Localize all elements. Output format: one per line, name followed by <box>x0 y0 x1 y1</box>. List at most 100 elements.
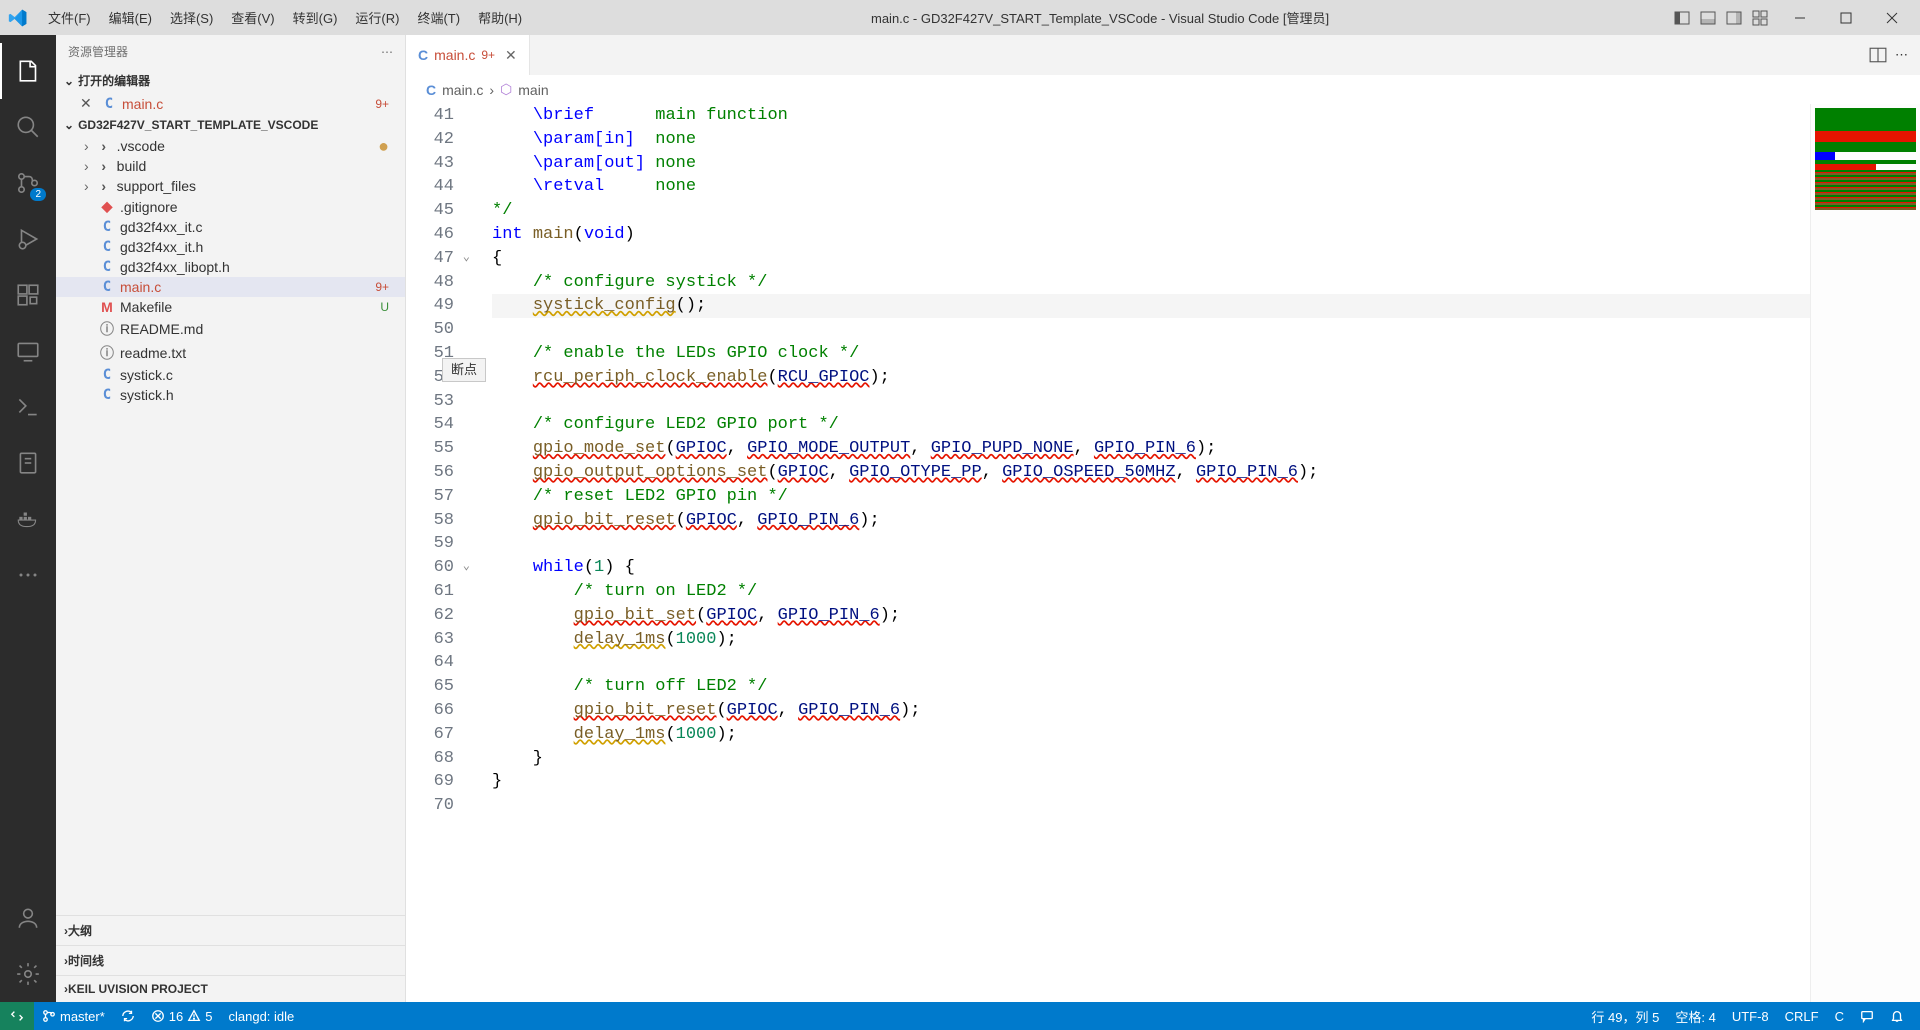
folder-item[interactable]: ››.vscode● <box>56 136 405 156</box>
menu-file[interactable]: 文件(F) <box>40 4 99 31</box>
open-editors-header[interactable]: ⌄ 打开的编辑器 <box>56 68 405 93</box>
toggle-panel-icon[interactable] <box>1696 6 1720 30</box>
split-editor-icon[interactable] <box>1869 46 1887 64</box>
vscode-logo-icon <box>8 8 28 28</box>
activity-explorer-icon[interactable] <box>0 43 56 99</box>
menu-selection[interactable]: 选择(S) <box>162 4 221 31</box>
editor-tabs: C main.c 9+ ✕ ⋯ <box>406 35 1920 75</box>
activitybar: 2 <box>0 35 56 1002</box>
more-actions-icon[interactable]: ⋯ <box>1895 47 1908 63</box>
close-button[interactable] <box>1872 3 1912 33</box>
chevron-down-icon: ⌄ <box>64 118 74 132</box>
menu-terminal[interactable]: 终端(T) <box>409 4 468 31</box>
breadcrumb-symbol[interactable]: main <box>518 82 548 98</box>
lsp-status[interactable]: clangd: idle <box>221 1002 303 1030</box>
scm-badge: 2 <box>30 188 46 201</box>
menu-run[interactable]: 运行(R) <box>347 4 407 31</box>
file-item[interactable]: Cgd32f4xx_libopt.h <box>56 257 405 277</box>
code-editor[interactable]: 41424344454647⌄4849505152535455565758596… <box>406 104 1920 1002</box>
file-badge: 9+ <box>375 280 389 294</box>
file-name: main.c <box>122 96 375 112</box>
activity-docker-icon[interactable] <box>0 491 56 547</box>
c-icon: C <box>98 219 116 235</box>
activity-search-icon[interactable] <box>0 99 56 155</box>
window-title: main.c - GD32F427V_START_Template_VSCode… <box>530 8 1670 27</box>
tab-main-c[interactable]: C main.c 9+ ✕ <box>406 35 530 75</box>
breadcrumb[interactable]: C main.c › ⬡ main <box>406 75 1920 104</box>
toggle-secondary-sidebar-icon[interactable] <box>1722 6 1746 30</box>
c-icon: C <box>98 387 116 403</box>
sync-button[interactable] <box>113 1002 143 1030</box>
chevron-right-icon: › <box>489 82 494 98</box>
activity-settings-icon[interactable] <box>0 946 56 1002</box>
activity-account-icon[interactable] <box>0 890 56 946</box>
problems-indicator[interactable]: 16 5 <box>143 1002 221 1030</box>
chevron-down-icon: ⌄ <box>64 74 74 88</box>
language-mode[interactable]: C <box>1827 1002 1852 1030</box>
git-branch[interactable]: master* <box>34 1002 113 1030</box>
encoding[interactable]: UTF-8 <box>1724 1002 1777 1030</box>
file-item[interactable]: ⓘreadme.txt <box>56 341 405 365</box>
file-name: readme.txt <box>120 345 397 361</box>
c-file-icon: C <box>100 96 118 112</box>
file-name: .vscode <box>117 138 378 154</box>
timeline-header[interactable]: › 时间线 <box>56 945 405 975</box>
c-icon: C <box>98 279 116 295</box>
file-item[interactable]: Cgd32f4xx_it.c <box>56 217 405 237</box>
file-item[interactable]: MMakefileU <box>56 297 405 317</box>
cursor-position[interactable]: 行 49，列 5 <box>1583 1002 1667 1030</box>
notifications-icon[interactable] <box>1882 1002 1912 1030</box>
activity-debug-icon[interactable] <box>0 211 56 267</box>
statusbar: master* 16 5 clangd: idle 行 49，列 5 空格: 4… <box>0 1002 1920 1030</box>
sidebar-title: 资源管理器 <box>68 43 128 60</box>
window-controls <box>1780 3 1912 33</box>
feedback-icon[interactable] <box>1852 1002 1882 1030</box>
file-item[interactable]: Cgd32f4xx_it.h <box>56 237 405 257</box>
activity-more-icon[interactable] <box>0 547 56 603</box>
activity-output-icon[interactable] <box>0 379 56 435</box>
eol[interactable]: CRLF <box>1777 1002 1827 1030</box>
close-icon[interactable]: ✕ <box>505 47 517 64</box>
breadcrumb-file[interactable]: main.c <box>442 82 483 98</box>
sidebar-more-icon[interactable]: ⋯ <box>381 45 393 59</box>
sidebar-header: 资源管理器 ⋯ <box>56 35 405 68</box>
menu-help[interactable]: 帮助(H) <box>470 4 530 31</box>
keil-header[interactable]: › KEIL UVISION PROJECT <box>56 975 405 1002</box>
file-item[interactable]: Csystick.h <box>56 385 405 405</box>
open-editor-item[interactable]: ✕ C main.c 9+ <box>56 93 405 114</box>
gutter[interactable]: 41424344454647⌄4849505152535455565758596… <box>406 104 474 1002</box>
file-item[interactable]: Cmain.c9+ <box>56 277 405 297</box>
folder-item[interactable]: ››build <box>56 156 405 176</box>
minimize-button[interactable] <box>1780 3 1820 33</box>
git-icon: ◆ <box>98 198 116 215</box>
toggle-primary-sidebar-icon[interactable] <box>1670 6 1694 30</box>
editor-area: C main.c 9+ ✕ ⋯ C main.c › ⬡ main 414243… <box>406 35 1920 1002</box>
menu-edit[interactable]: 编辑(E) <box>101 4 160 31</box>
problem-badge: 9+ <box>375 97 389 111</box>
menu-go[interactable]: 转到(G) <box>285 4 346 31</box>
activity-extensions-icon[interactable] <box>0 267 56 323</box>
file-item[interactable]: Csystick.c <box>56 365 405 385</box>
activity-remote-icon[interactable] <box>0 323 56 379</box>
customize-layout-icon[interactable] <box>1748 6 1772 30</box>
activity-scm-icon[interactable]: 2 <box>0 155 56 211</box>
maximize-button[interactable] <box>1826 3 1866 33</box>
activity-bookmark-icon[interactable] <box>0 435 56 491</box>
menu-view[interactable]: 查看(V) <box>223 4 282 31</box>
project-header[interactable]: ⌄ GD32F427V_START_TEMPLATE_VSCODE <box>56 114 405 136</box>
minimap[interactable] <box>1810 104 1920 1002</box>
fold-icon[interactable]: ⌄ <box>463 558 470 575</box>
remote-indicator[interactable] <box>0 1002 34 1030</box>
file-item[interactable]: ⓘREADME.md <box>56 317 405 341</box>
code-content[interactable]: \brief main function \param[in] none \pa… <box>474 104 1920 1002</box>
c-icon: C <box>98 259 116 275</box>
folder-icon: › <box>95 178 113 194</box>
close-icon[interactable]: ✕ <box>80 95 96 112</box>
menubar: 文件(F) 编辑(E) 选择(S) 查看(V) 转到(G) 运行(R) 终端(T… <box>40 4 530 31</box>
indentation[interactable]: 空格: 4 <box>1667 1002 1723 1030</box>
file-name: README.md <box>120 321 397 337</box>
file-item[interactable]: ◆.gitignore <box>56 196 405 217</box>
folder-item[interactable]: ››support_files <box>56 176 405 196</box>
fold-icon[interactable]: ⌄ <box>463 249 470 266</box>
outline-header[interactable]: › 大纲 <box>56 915 405 945</box>
